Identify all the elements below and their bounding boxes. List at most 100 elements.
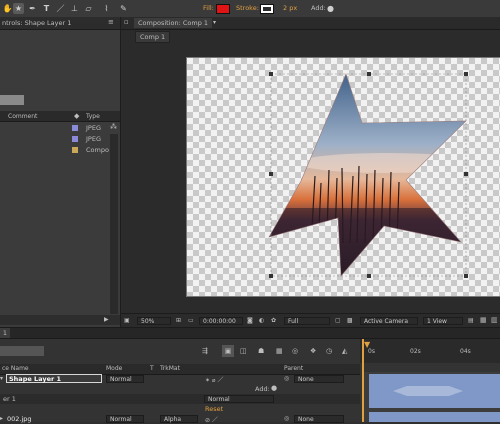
pen-tool-icon[interactable]: ✒	[27, 3, 38, 14]
hand-icon[interactable]: ✋	[2, 3, 13, 14]
text-tool-icon[interactable]: T	[41, 3, 52, 14]
snapshot-toggle-icon[interactable]: ▣	[124, 317, 130, 324]
tab-menu-icon[interactable]: ▾	[213, 19, 216, 26]
label-tag-icon: ◆	[74, 112, 80, 120]
project-panel: ntrols: Shape Layer 1 ≡ Comment ◆ Type J…	[0, 17, 121, 327]
layer-parent-dropdown[interactable]: None	[294, 415, 344, 423]
effect-controls-header: ntrols: Shape Layer 1 ≡	[0, 17, 120, 30]
brainstorm-icon[interactable]: ❖	[310, 347, 316, 355]
layer-mode-dropdown[interactable]: Normal	[106, 375, 144, 383]
layer-name-field[interactable]: Shape Layer 1	[6, 374, 102, 383]
label-color-chip	[72, 125, 78, 131]
ruler-label-0s: 0s	[368, 348, 375, 355]
add-property-icon[interactable]: ●	[271, 384, 277, 392]
add-property-label: Add:	[255, 385, 270, 393]
motion-blur-icon[interactable]: ◎	[292, 347, 298, 355]
label-color-chip	[72, 147, 78, 153]
fill-label: Fill:	[203, 4, 214, 12]
expand-triangle-icon[interactable]: ▾	[0, 375, 3, 382]
reset-link[interactable]: Reset	[205, 405, 223, 413]
current-time-indicator[interactable]	[362, 339, 364, 422]
grid-guides-icon[interactable]: ⊞	[176, 317, 181, 324]
timeline-search-field[interactable]	[0, 346, 44, 356]
timeline-icon[interactable]: ▥	[491, 316, 498, 324]
project-item[interactable]: Compo	[0, 145, 120, 155]
project-scrollbar[interactable]	[110, 134, 118, 314]
project-scroll-bottom: ▶	[0, 315, 120, 325]
clone-stamp-icon[interactable]: ⊥	[69, 3, 80, 14]
region-of-interest-icon[interactable]: ▢	[335, 317, 341, 324]
camera-snapshot-icon[interactable]: ◙	[247, 317, 253, 324]
col-parent: Parent	[284, 365, 304, 372]
col-source-name: ce Name	[2, 365, 29, 372]
layer-row-002-jpg[interactable]: ▸ 002.jpg Normal Alpha ⊘ ／ ◎ None	[0, 414, 360, 424]
comp-tab-label: Composition: Comp 1	[138, 19, 209, 27]
toggle-pixel-aspect-icon[interactable]: ▤	[468, 317, 474, 324]
channels-icon[interactable]: ✿	[271, 317, 276, 324]
frame-blending-icon[interactable]: ▦	[276, 347, 283, 355]
safe-zones-icon[interactable]: ▭	[188, 317, 194, 324]
view-layout-dropdown[interactable]: 1 View	[423, 317, 463, 325]
timeline-tab-bar: 1	[0, 328, 500, 339]
roto-brush-icon[interactable]: ⌇	[101, 3, 112, 14]
parent-pickwhip-icon[interactable]: ◎	[284, 375, 289, 382]
group-blend-mode-dropdown[interactable]: Normal	[204, 395, 274, 403]
timeline-panel: 1 ⇶ ▣ ◫ ☗ ▦ ◎ ❖ ◷ ◭ ▼ 0s 02s 04s ce Name…	[0, 327, 500, 424]
layer-switch-icons[interactable]: ✶ ⌀ ／	[205, 375, 223, 384]
col-t: T	[150, 365, 154, 372]
timecode-field[interactable]: 0:00:00:00	[199, 317, 243, 325]
col-trkmat: TrkMat	[160, 365, 180, 372]
brush-tool-icon[interactable]: ／	[55, 3, 66, 14]
trkmat-dropdown[interactable]: Alpha	[160, 415, 198, 423]
add-circle-icon[interactable]: ●	[325, 3, 336, 14]
add-label: Add:	[311, 4, 326, 12]
tab-composition[interactable]: Composition: Comp 1	[134, 18, 213, 28]
layer-mode-dropdown[interactable]: Normal	[106, 415, 144, 423]
time-ruler[interactable]: ▼ 0s 02s 04s	[360, 339, 500, 363]
zoom-dropdown[interactable]: 50%	[137, 317, 171, 325]
group-name: er 1	[3, 395, 16, 403]
stroke-color-swatch[interactable]	[260, 4, 274, 14]
ruler-label-04s: 04s	[460, 348, 471, 355]
item-type: Compo	[86, 146, 109, 154]
draft-3d-icon[interactable]: ◫	[240, 347, 247, 355]
project-item[interactable]: JPEG	[0, 134, 120, 144]
puppet-pin-icon[interactable]: ✎	[118, 3, 129, 14]
fast-previews-icon[interactable]: ▦	[480, 316, 487, 324]
layer-name: 002.jpg	[7, 415, 32, 423]
panel-menu-icon[interactable]: ≡	[108, 18, 114, 26]
keyframe-span[interactable]	[393, 386, 463, 396]
camera-dropdown[interactable]: Active Camera	[360, 317, 418, 325]
lock-icon[interactable]: ▫	[124, 18, 129, 26]
project-search-field[interactable]	[0, 95, 24, 105]
fill-color-swatch[interactable]	[216, 4, 230, 14]
eraser-icon[interactable]: ▱	[83, 3, 94, 14]
auto-keyframe-icon[interactable]: ◷	[326, 347, 332, 355]
show-snapshot-icon[interactable]: ◐	[259, 317, 264, 324]
hide-shy-layers-icon[interactable]: ☗	[258, 347, 264, 355]
stroke-width-value[interactable]: 2 px	[283, 4, 297, 12]
graph-editor-icon[interactable]: ◭	[342, 347, 347, 355]
layer-duration-area[interactable]	[363, 372, 500, 422]
project-item[interactable]: JPEG	[0, 123, 120, 133]
star-tool-icon[interactable]: ★	[13, 3, 24, 14]
resolution-dropdown[interactable]: Full	[284, 317, 330, 325]
col-comment: Comment	[8, 113, 38, 120]
transparency-grid-icon[interactable]: ▩	[347, 317, 353, 324]
star-masked-image[interactable]	[187, 58, 500, 296]
layer-switch-icons[interactable]: ⊘ ／	[205, 415, 218, 424]
comp-sub-tab[interactable]: Comp 1	[135, 31, 171, 43]
project-columns-header: Comment ◆ Type	[0, 111, 120, 122]
comp-mini-flowchart-icon[interactable]: ⇶	[202, 347, 208, 355]
col-type: Type	[86, 113, 100, 120]
group-row[interactable]: er 1 Normal	[0, 394, 360, 404]
live-update-icon[interactable]: ▣	[222, 345, 234, 357]
viewer-options-bar: ▣ 50% ⊞ ▭ 0:00:00:00 ◙ ◐ ✿ Full ▢ ▩ Acti…	[121, 313, 500, 328]
flowchart-icon[interactable]: ⁂	[110, 123, 117, 131]
col-mode: Mode	[106, 365, 123, 372]
layer-row-shape-layer-1[interactable]: ▾ Shape Layer 1 Normal ✶ ⌀ ／ ◎ None	[0, 374, 360, 384]
timeline-tab[interactable]: 1	[0, 328, 10, 338]
item-type: JPEG	[86, 124, 101, 132]
layer-parent-dropdown[interactable]: None	[294, 375, 344, 383]
scroll-right-icon[interactable]: ▶	[104, 316, 109, 323]
